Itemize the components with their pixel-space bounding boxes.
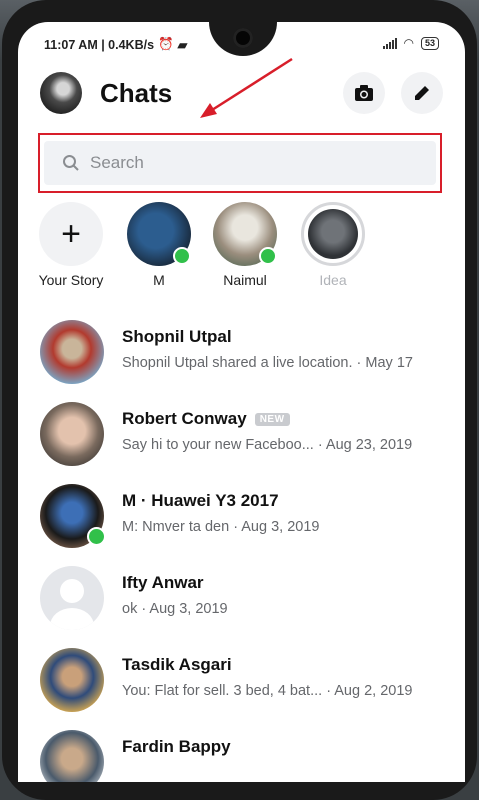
annotation-arrow	[200, 57, 293, 118]
